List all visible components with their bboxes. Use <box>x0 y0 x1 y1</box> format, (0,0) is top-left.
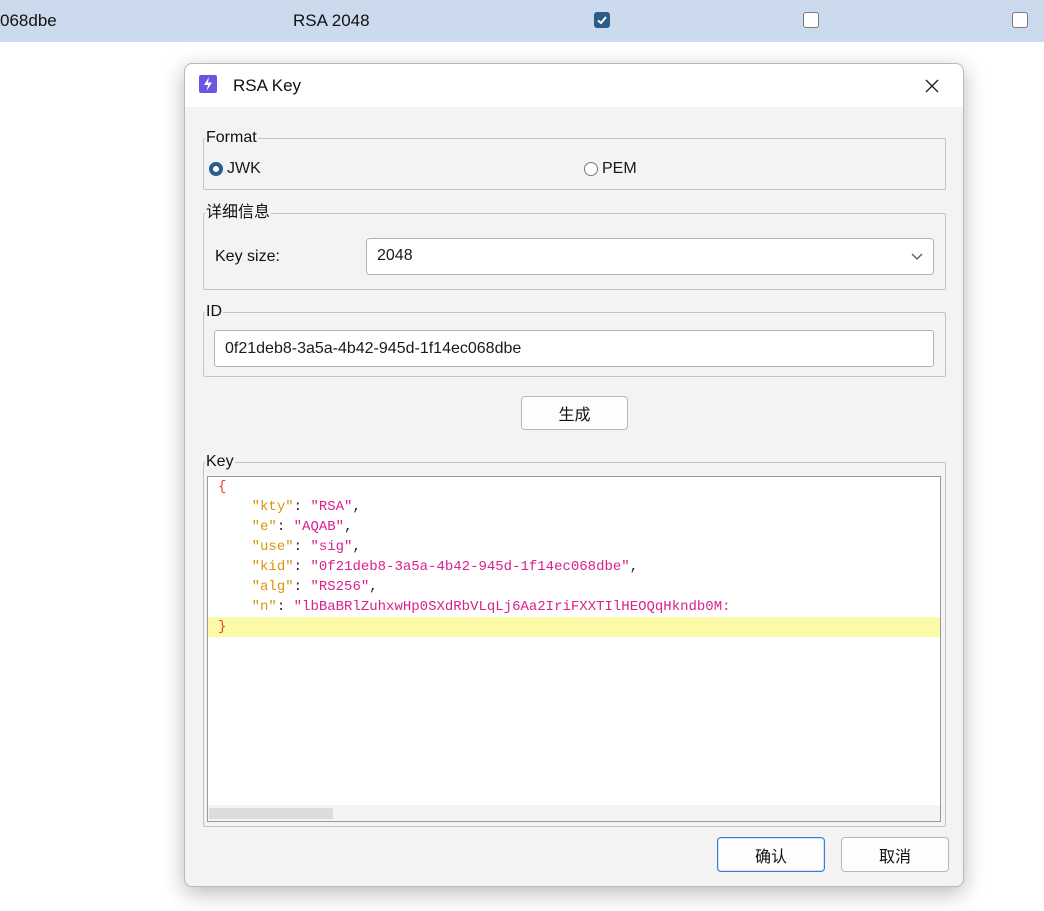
format-group: Format <box>203 129 946 190</box>
generate-button[interactable]: 生成 <box>521 396 628 430</box>
radio-pem-indicator <box>584 162 598 176</box>
horizontal-scrollbar[interactable] <box>208 805 940 821</box>
json-comma: , <box>352 539 361 555</box>
code-line: "e": "AQAB", <box>251 519 353 535</box>
json-value: "RSA" <box>310 499 353 515</box>
code-line: "kty": "RSA", <box>251 499 361 515</box>
key-legend: Key <box>206 453 234 470</box>
key-size-value: 2048 <box>377 247 413 264</box>
open-brace: { <box>218 479 227 495</box>
radio-pem[interactable]: PEM <box>584 160 637 178</box>
code-line: "alg": "RS256", <box>251 579 378 595</box>
json-value: "RS256" <box>310 579 370 595</box>
close-brace: } <box>218 619 227 635</box>
code-line-current: } <box>208 617 940 637</box>
code-line: "kid": "0f21deb8-3a5a-4b42-945d-1f14ec06… <box>251 559 639 575</box>
close-button[interactable] <box>915 72 949 100</box>
json-comma: , <box>369 579 378 595</box>
format-legend: Format <box>206 129 257 146</box>
json-comma: , <box>629 559 639 575</box>
json-key: "kid" <box>251 559 294 575</box>
key-code: { "kty": "RSA", "e": "AQAB", "use": "sig… <box>208 477 940 637</box>
ok-button[interactable]: 确认 <box>717 837 825 872</box>
table-checkbox-1[interactable] <box>594 12 610 28</box>
id-input[interactable]: 0f21deb8-3a5a-4b42-945d-1f14ec068dbe <box>214 330 934 367</box>
radio-pem-label: PEM <box>602 160 637 177</box>
table-cell-algorithm: RSA 2048 <box>293 11 370 30</box>
dialog-titlebar[interactable]: RSA Key <box>185 64 963 107</box>
json-value: "lbBaBRlZuhxwHp0SXdRbVLqLj6Aa2IriFXXTIlH… <box>293 599 731 615</box>
table-checkbox-2[interactable] <box>803 12 819 28</box>
json-key: "e" <box>251 519 277 535</box>
lightning-icon <box>199 75 217 93</box>
radio-jwk-label: JWK <box>227 160 261 177</box>
code-line: { <box>208 477 940 497</box>
json-comma: , <box>344 519 353 535</box>
key-size-select[interactable]: 2048 <box>366 238 934 275</box>
radio-jwk-indicator <box>209 162 223 176</box>
json-value: "sig" <box>310 539 353 555</box>
key-size-label: Key size: <box>215 248 280 265</box>
close-icon <box>925 79 939 93</box>
id-legend: ID <box>206 303 222 320</box>
table-checkbox-3[interactable] <box>1012 12 1028 28</box>
json-key: "alg" <box>251 579 294 595</box>
json-value: "AQAB" <box>293 519 345 535</box>
json-key: "n" <box>251 599 277 615</box>
scrollbar-thumb[interactable] <box>209 808 333 819</box>
radio-jwk[interactable]: JWK <box>209 160 261 178</box>
json-comma: , <box>352 499 361 515</box>
checkmark-icon <box>597 16 607 25</box>
code-line: "n": "lbBaBRlZuhxwHp0SXdRbVLqLj6Aa2IriFX… <box>251 599 731 615</box>
json-key: "use" <box>251 539 294 555</box>
table-row-selected[interactable]: 068dbe RSA 2048 <box>0 0 1044 42</box>
chevron-down-icon <box>911 253 923 260</box>
rsa-key-dialog: RSA Key Format JWK PEM 详细信息 Key size: 20… <box>184 63 964 887</box>
table-cell-id: 068dbe <box>0 11 57 30</box>
json-value: "0f21deb8-3a5a-4b42-945d-1f14ec068dbe" <box>310 559 630 575</box>
json-key: "kty" <box>251 499 294 515</box>
details-legend: 详细信息 <box>206 204 271 221</box>
key-editor[interactable]: { "kty": "RSA", "e": "AQAB", "use": "sig… <box>207 476 941 822</box>
id-input-value: 0f21deb8-3a5a-4b42-945d-1f14ec068dbe <box>225 340 522 357</box>
dialog-title: RSA Key <box>233 76 302 95</box>
cancel-button[interactable]: 取消 <box>841 837 949 872</box>
code-line: "use": "sig", <box>251 539 361 555</box>
